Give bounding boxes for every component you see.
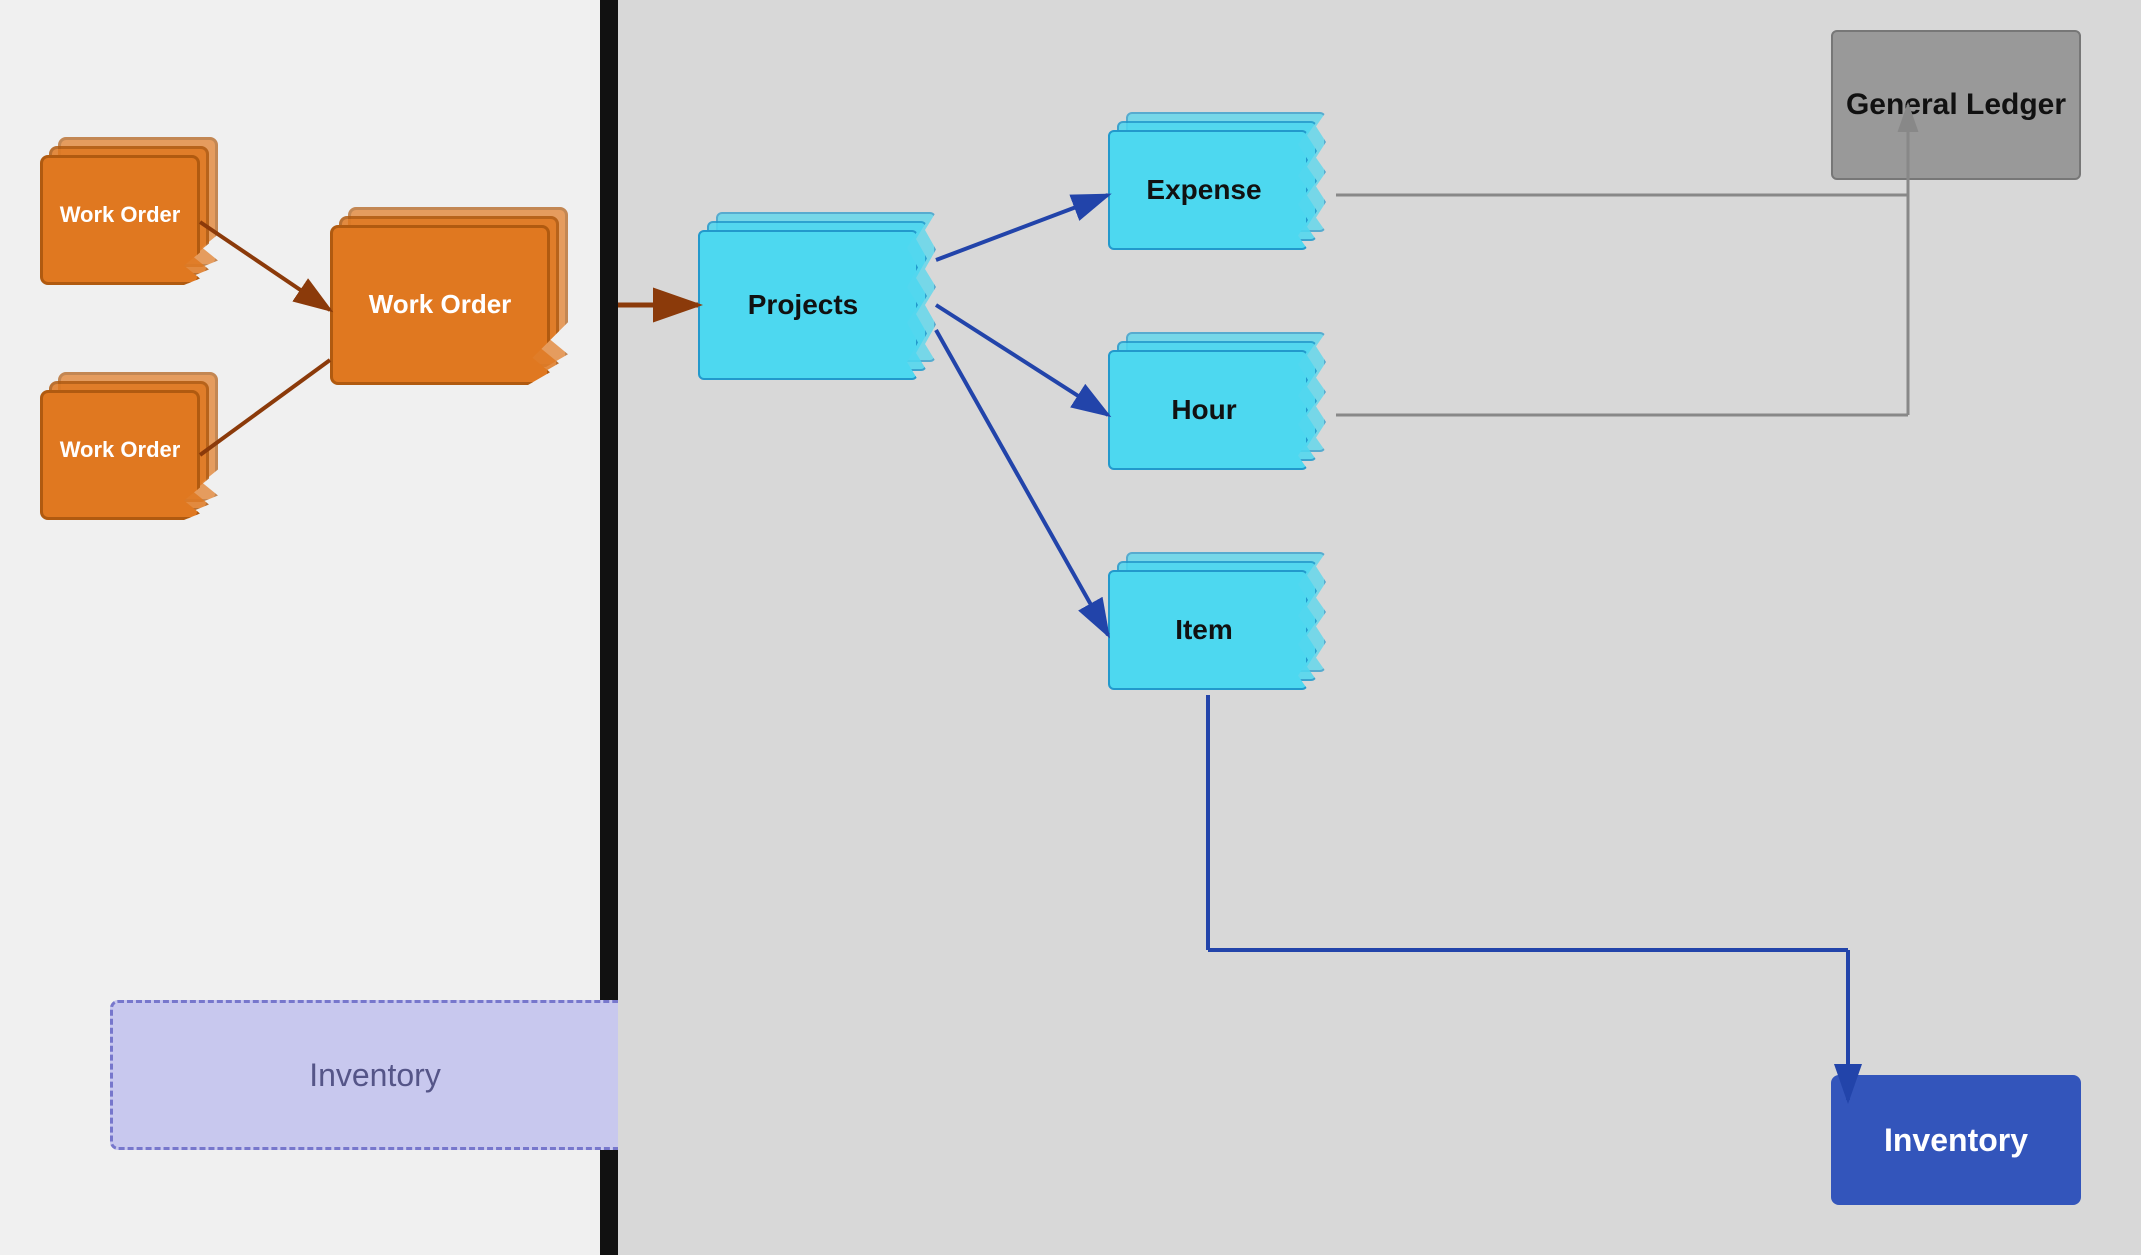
left-panel: Work Order Work Order Work Order Invento…	[0, 0, 600, 1255]
expense-label: Expense	[1146, 174, 1261, 206]
inventory-dashed-box: Inventory	[110, 1000, 640, 1150]
inventory-dashed-label: Inventory	[309, 1057, 441, 1094]
item-front: Item	[1108, 570, 1308, 690]
wo-top-label: Work Order	[60, 202, 181, 228]
right-arrows-svg	[618, 0, 2141, 1255]
inventory-solid-box: Inventory	[1831, 1075, 2081, 1205]
wo-top-front: Work Order	[40, 155, 200, 285]
projects-label: Projects	[748, 289, 859, 321]
hour-front: Hour	[1108, 350, 1308, 470]
expense-front: Expense	[1108, 130, 1308, 250]
projects-front: Projects	[698, 230, 918, 380]
general-ledger-box: General Ledger	[1831, 30, 2081, 180]
hour-label: Hour	[1171, 394, 1236, 426]
wo-merged-label: Work Order	[369, 289, 512, 320]
right-panel: General Ledger Projects Expense Hour Ite…	[618, 0, 2141, 1255]
item-label: Item	[1175, 614, 1233, 646]
inventory-solid-label: Inventory	[1884, 1122, 2028, 1159]
wo-merged-front: Work Order	[330, 225, 550, 385]
general-ledger-label: General Ledger	[1846, 87, 2066, 123]
wo-bottom-front: Work Order	[40, 390, 200, 520]
wo-bottom-label: Work Order	[60, 437, 181, 463]
